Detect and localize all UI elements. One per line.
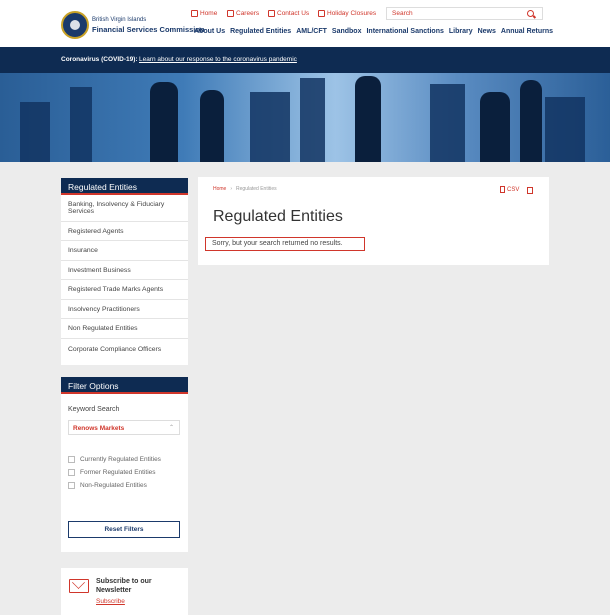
breadcrumb-home[interactable]: Home xyxy=(213,186,226,192)
sidebar-item-insolvency-practitioners[interactable]: Insolvency Practitioners xyxy=(61,300,188,319)
person-silhouette xyxy=(480,92,510,162)
print-icon[interactable] xyxy=(527,187,533,194)
newsletter-box: Subscribe to our Newsletter Subscribe xyxy=(61,568,188,615)
fsc-logo-icon[interactable] xyxy=(61,11,89,39)
person-silhouette xyxy=(200,90,224,162)
site-header: British Virgin Islands Financial Service… xyxy=(0,0,610,47)
nav-annual-returns[interactable]: Annual Returns xyxy=(501,28,553,35)
nav-sandbox[interactable]: Sandbox xyxy=(332,28,362,35)
sidebar-item-compliance-officers[interactable]: Corporate Compliance Officers xyxy=(61,339,188,359)
util-link-holiday[interactable]: Holiday Closures xyxy=(318,10,376,17)
sidebar-regulated-entities: Regulated Entities Banking, Insolvency &… xyxy=(61,178,188,365)
sidebar-item-non-regulated[interactable]: Non Regulated Entities xyxy=(61,319,188,339)
results-panel: Home › Regulated Entities CSV Regulated … xyxy=(198,177,549,265)
checkbox-icon[interactable] xyxy=(68,469,75,476)
sidebar-item-investment-business[interactable]: Investment Business xyxy=(61,261,188,280)
filter-title: Filter Options xyxy=(61,377,188,394)
covid-banner: Coronavirus (COVID-19): Learn about our … xyxy=(0,47,610,73)
sidebar-item-insurance[interactable]: Insurance xyxy=(61,241,188,261)
keyword-value: Renows Markets xyxy=(73,424,125,432)
breadcrumb-separator: › xyxy=(230,186,233,192)
nav-library[interactable]: Library xyxy=(449,28,473,35)
checkbox-icon[interactable] xyxy=(68,456,75,463)
person-silhouette xyxy=(520,80,542,162)
sidebar-title: Regulated Entities xyxy=(61,178,188,195)
util-link-home[interactable]: Home xyxy=(191,10,217,17)
checkbox-icon[interactable] xyxy=(68,482,75,489)
search-input[interactable]: Search xyxy=(386,7,543,20)
building-shape xyxy=(300,78,325,162)
nav-aml-cft[interactable]: AML/CFT xyxy=(296,28,327,35)
search-icon[interactable] xyxy=(527,10,534,17)
briefcase-icon xyxy=(227,10,234,17)
file-icon xyxy=(500,186,505,193)
reset-filters-button[interactable]: Reset Filters xyxy=(68,521,180,538)
covid-label: Coronavirus (COVID-19): xyxy=(61,56,138,63)
home-icon xyxy=(191,10,198,17)
no-results-message: Sorry, but your search returned no resul… xyxy=(205,237,365,251)
hero-banner-image xyxy=(0,73,610,162)
nav-international-sanctions[interactable]: International Sanctions xyxy=(366,28,443,35)
csv-export-button[interactable]: CSV xyxy=(500,186,519,193)
brand-line2[interactable]: Financial Services Commission xyxy=(92,25,205,34)
person-silhouette xyxy=(355,76,381,162)
breadcrumb: Home › Regulated Entities xyxy=(213,186,277,192)
main-nav: About Us Regulated Entities AML/CFT Sand… xyxy=(194,28,553,35)
sidebar-item-trade-marks-agents[interactable]: Registered Trade Marks Agents xyxy=(61,280,188,300)
subscribe-link[interactable]: Subscribe xyxy=(96,598,125,605)
checkbox-currently-regulated[interactable]: Currently Regulated Entities xyxy=(68,456,161,463)
newsletter-title: Subscribe to our Newsletter xyxy=(96,578,152,594)
nav-about-us[interactable]: About Us xyxy=(194,28,225,35)
keyword-search-input[interactable]: Renows Markets ⌃ xyxy=(68,420,180,435)
brand-line1: British Virgin Islands xyxy=(92,17,147,23)
building-shape xyxy=(70,87,92,162)
checkbox-former-regulated[interactable]: Former Regulated Entities xyxy=(68,469,156,476)
sidebar-item-banking[interactable]: Banking, Insolvency & Fiduciary Services xyxy=(61,195,188,222)
building-shape xyxy=(545,97,585,162)
nav-regulated-entities[interactable]: Regulated Entities xyxy=(230,28,291,35)
sidebar-item-registered-agents[interactable]: Registered Agents xyxy=(61,222,188,241)
util-link-contact[interactable]: Contact Us xyxy=(268,10,309,17)
search-placeholder: Search xyxy=(392,10,413,17)
calendar-icon xyxy=(318,10,325,17)
util-link-careers[interactable]: Careers xyxy=(227,10,259,17)
building-shape xyxy=(20,102,50,162)
envelope-icon xyxy=(69,579,89,593)
envelope-icon xyxy=(268,10,275,17)
breadcrumb-current: Regulated Entities xyxy=(236,186,277,192)
page-title: Regulated Entities xyxy=(213,208,343,225)
keyword-search-label: Keyword Search xyxy=(68,406,120,413)
checkbox-non-regulated[interactable]: Non-Regulated Entities xyxy=(68,482,147,489)
nav-news[interactable]: News xyxy=(478,28,496,35)
covid-link[interactable]: Learn about our response to the coronavi… xyxy=(139,56,297,63)
building-shape xyxy=(430,84,465,162)
building-shape xyxy=(250,92,290,162)
chevron-updown-icon: ⌃ xyxy=(168,425,174,431)
person-silhouette xyxy=(150,82,178,162)
